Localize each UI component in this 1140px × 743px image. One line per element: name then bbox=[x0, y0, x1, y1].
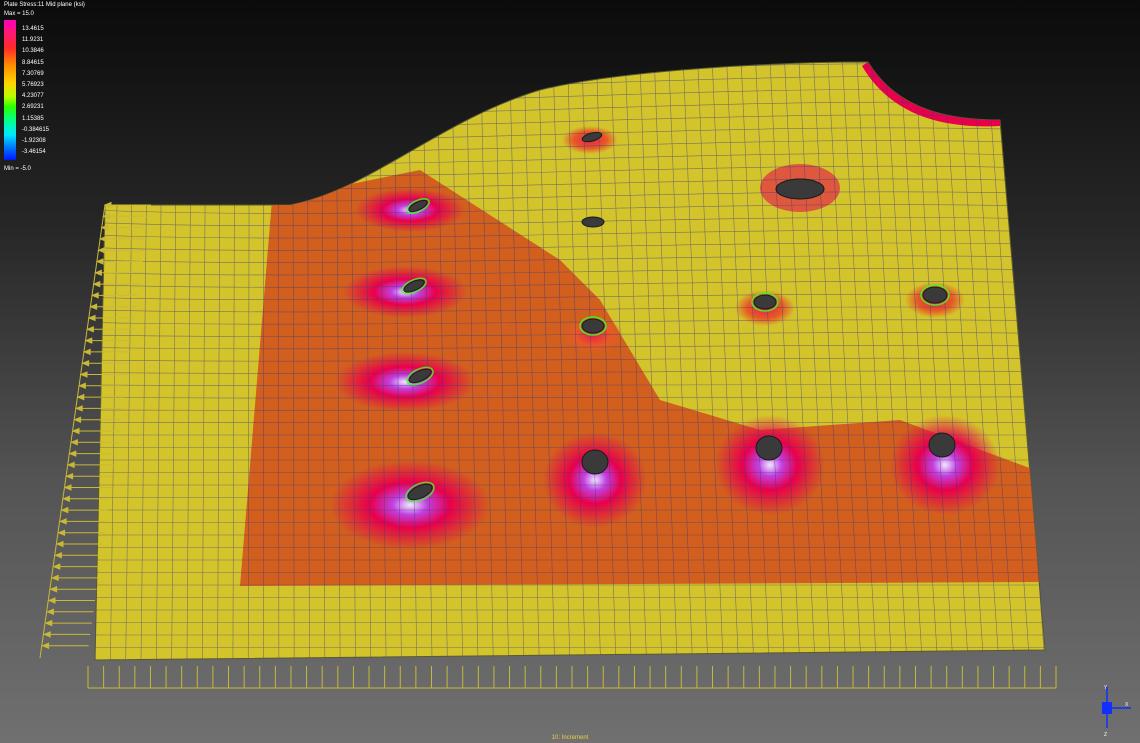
legend-tick: 7.30769 bbox=[22, 70, 44, 77]
hole bbox=[581, 449, 609, 475]
stress-legend: Plate Stress:11 Mid plane (ksi) Max = 15… bbox=[0, 0, 85, 180]
model-viewport[interactable] bbox=[0, 0, 1140, 743]
legend-tick: -3.46154 bbox=[22, 149, 46, 156]
hole bbox=[922, 286, 948, 304]
hole bbox=[755, 435, 783, 461]
legend-tick: 8.84615 bbox=[22, 59, 44, 66]
legend-tick: 4.23077 bbox=[22, 93, 44, 100]
bottom-constraint-marks bbox=[87, 666, 1057, 689]
increment-status: 10: Increment bbox=[551, 735, 589, 741]
axis-label: X bbox=[1125, 702, 1129, 708]
legend-tick-labels: 13.4615 11.9231 10.3846 8.84615 7.30769 … bbox=[22, 24, 49, 158]
hole bbox=[581, 216, 605, 228]
legend-tick: 2.69231 bbox=[22, 104, 44, 111]
hole bbox=[928, 432, 956, 458]
legend-tick: 11.9231 bbox=[22, 37, 44, 44]
plate-mesh bbox=[94, 61, 1046, 661]
hole bbox=[753, 294, 777, 310]
axis-triad-icon: Y X Z bbox=[1102, 685, 1131, 738]
legend-max-label: Max = 15.0 bbox=[4, 11, 34, 17]
legend-tick: 5.76923 bbox=[22, 81, 44, 88]
legend-tick: 13.4615 bbox=[22, 26, 44, 32]
legend-tick: 10.3846 bbox=[22, 48, 44, 55]
legend-min-label: Min = -5.0 bbox=[4, 166, 31, 172]
legend-color-bar bbox=[4, 20, 16, 160]
legend-tick: -1.92308 bbox=[22, 137, 46, 144]
legend-title: Plate Stress:11 Mid plane (ksi) bbox=[4, 2, 85, 8]
legend-tick: -0.384615 bbox=[22, 126, 50, 133]
hole bbox=[775, 178, 825, 200]
legend-tick: 1.15385 bbox=[22, 115, 44, 122]
hole bbox=[581, 318, 605, 334]
